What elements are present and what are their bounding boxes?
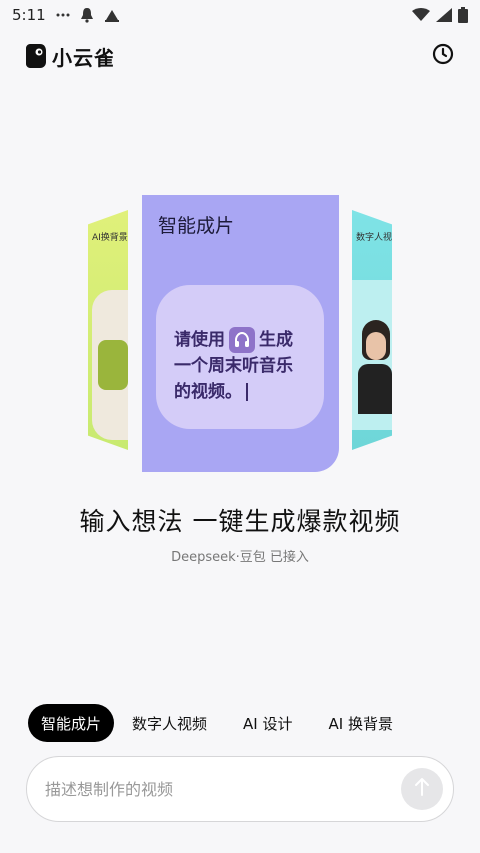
prompt-bubble: 请使用 生成 一个周末听音乐 的视频。 <box>156 285 324 429</box>
mode-tabs: 智能成片 数字人视频 AI 设计 AI 换背景 <box>28 704 411 742</box>
headphones-icon <box>229 327 255 353</box>
carousel-card-digital-human[interactable]: 数字人视频 <box>352 210 392 450</box>
text-caret <box>246 383 248 401</box>
app-logo: 小云雀 <box>26 42 115 71</box>
status-time: 5:11 <box>12 6 46 24</box>
prompt-input-box <box>26 756 454 822</box>
app-header: 小云雀 <box>0 36 480 76</box>
prompt-text: 请使用 生成 一个周末听音乐 的视频。 <box>174 327 324 405</box>
wifi-icon <box>412 8 430 22</box>
tab-ai-design[interactable]: AI 设计 <box>225 704 310 742</box>
tab-ai-background[interactable]: AI 换背景 <box>311 704 411 742</box>
send-button[interactable] <box>401 768 443 810</box>
app-title: 小云雀 <box>52 45 115 70</box>
app-notification-icon <box>104 7 120 23</box>
portrait-body <box>358 364 392 414</box>
status-bar: 5:11 <box>0 0 480 30</box>
arrow-up-icon <box>413 777 431 801</box>
prompt-line2: 一个周末听音乐 <box>174 356 293 376</box>
bird-logo-icon <box>26 44 46 68</box>
carousel-card-ai-background[interactable]: AI换背景 <box>88 210 128 450</box>
tab-digital-human[interactable]: 数字人视频 <box>114 704 225 742</box>
portrait-image <box>352 280 392 430</box>
clock-icon <box>432 43 454 69</box>
prompt-input[interactable] <box>45 779 401 799</box>
portrait-face <box>366 332 386 360</box>
prompt-line1-prefix: 请使用 <box>174 330 225 350</box>
prompt-line3: 的视频。 <box>174 382 242 402</box>
battery-icon <box>458 7 468 23</box>
more-dots-icon <box>56 13 70 17</box>
subline: Deepseek·豆包 已接入 <box>171 550 309 565</box>
headline: 输入想法 一键生成爆款视频 <box>79 507 401 536</box>
prompt-line1-suffix: 生成 <box>259 330 293 350</box>
carousel-card-smart-video[interactable]: 智能成片 请使用 生成 一个周末听音乐 的视频。 <box>142 195 339 472</box>
side-card-label: AI换背景 <box>92 233 128 243</box>
notification-bell-icon <box>80 7 94 23</box>
history-button[interactable] <box>430 43 456 69</box>
main-card-title: 智能成片 <box>158 215 235 237</box>
signal-icon <box>436 8 452 22</box>
feature-carousel[interactable]: AI换背景 智能成片 请使用 生成 一个周末听音乐 的视频。 数字人视频 <box>0 190 480 480</box>
sofa-shape <box>98 340 128 390</box>
tab-smart-video[interactable]: 智能成片 <box>28 704 115 742</box>
side-card-label: 数字人视频 <box>356 233 392 243</box>
